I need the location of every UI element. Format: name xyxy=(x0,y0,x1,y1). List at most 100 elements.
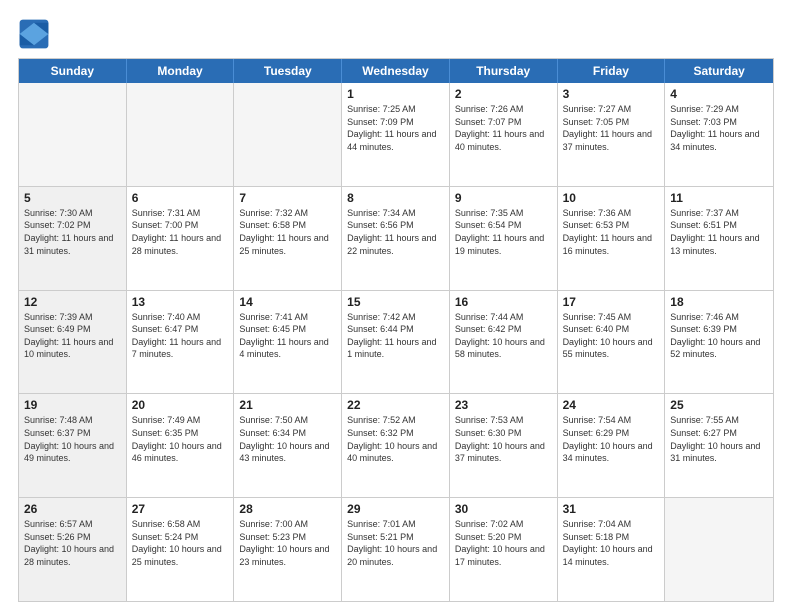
calendar-row-2: 12 Sunrise: 7:39 AM Sunset: 6:49 PM Dayli… xyxy=(19,290,773,394)
calendar-cell: 26 Sunrise: 6:57 AM Sunset: 5:26 PM Dayli… xyxy=(19,498,127,601)
day-info: Sunrise: 7:36 AM Sunset: 6:53 PM Dayligh… xyxy=(563,207,660,257)
day-info: Sunrise: 7:31 AM Sunset: 7:00 PM Dayligh… xyxy=(132,207,229,257)
day-number: 1 xyxy=(347,87,444,101)
logo xyxy=(18,18,54,50)
day-number: 26 xyxy=(24,502,121,516)
day-number: 2 xyxy=(455,87,552,101)
weekday-header-tuesday: Tuesday xyxy=(234,59,342,83)
calendar-cell: 12 Sunrise: 7:39 AM Sunset: 6:49 PM Dayli… xyxy=(19,291,127,394)
day-info: Sunrise: 7:29 AM Sunset: 7:03 PM Dayligh… xyxy=(670,103,768,153)
day-info: Sunrise: 7:34 AM Sunset: 6:56 PM Dayligh… xyxy=(347,207,444,257)
day-info: Sunrise: 7:02 AM Sunset: 5:20 PM Dayligh… xyxy=(455,518,552,568)
calendar-cell: 1 Sunrise: 7:25 AM Sunset: 7:09 PM Daylig… xyxy=(342,83,450,186)
day-number: 21 xyxy=(239,398,336,412)
day-number: 30 xyxy=(455,502,552,516)
day-number: 12 xyxy=(24,295,121,309)
day-info: Sunrise: 7:55 AM Sunset: 6:27 PM Dayligh… xyxy=(670,414,768,464)
calendar-cell: 21Sunrise: 7:50 AM Sunset: 6:34 PM Dayli… xyxy=(234,394,342,497)
day-number: 6 xyxy=(132,191,229,205)
day-info: Sunrise: 7:52 AM Sunset: 6:32 PM Dayligh… xyxy=(347,414,444,464)
calendar-cell: 31 Sunrise: 7:04 AM Sunset: 5:18 PM Dayli… xyxy=(558,498,666,601)
calendar-cell: 14 Sunrise: 7:41 AM Sunset: 6:45 PM Dayli… xyxy=(234,291,342,394)
day-info: Sunrise: 7:53 AM Sunset: 6:30 PM Dayligh… xyxy=(455,414,552,464)
calendar-row-4: 26 Sunrise: 6:57 AM Sunset: 5:26 PM Dayli… xyxy=(19,497,773,601)
day-number: 10 xyxy=(563,191,660,205)
calendar-cell: 5Sunrise: 7:30 AM Sunset: 7:02 PM Daylig… xyxy=(19,187,127,290)
day-info: Sunrise: 7:25 AM Sunset: 7:09 PM Dayligh… xyxy=(347,103,444,153)
calendar-header: SundayMondayTuesdayWednesdayThursdayFrid… xyxy=(19,59,773,83)
day-info: Sunrise: 7:26 AM Sunset: 7:07 PM Dayligh… xyxy=(455,103,552,153)
weekday-header-thursday: Thursday xyxy=(450,59,558,83)
day-info: Sunrise: 7:01 AM Sunset: 5:21 PM Dayligh… xyxy=(347,518,444,568)
weekday-header-wednesday: Wednesday xyxy=(342,59,450,83)
day-number: 7 xyxy=(239,191,336,205)
weekday-header-sunday: Sunday xyxy=(19,59,127,83)
day-number: 13 xyxy=(132,295,229,309)
day-number: 27 xyxy=(132,502,229,516)
calendar: SundayMondayTuesdayWednesdayThursdayFrid… xyxy=(18,58,774,602)
calendar-cell: 19Sunrise: 7:48 AM Sunset: 6:37 PM Dayli… xyxy=(19,394,127,497)
day-info: Sunrise: 7:54 AM Sunset: 6:29 PM Dayligh… xyxy=(563,414,660,464)
calendar-cell: 23 Sunrise: 7:53 AM Sunset: 6:30 PM Dayli… xyxy=(450,394,558,497)
day-number: 14 xyxy=(239,295,336,309)
weekday-header-monday: Monday xyxy=(127,59,235,83)
day-info: Sunrise: 6:57 AM Sunset: 5:26 PM Dayligh… xyxy=(24,518,121,568)
calendar-cell: 8Sunrise: 7:34 AM Sunset: 6:56 PM Daylig… xyxy=(342,187,450,290)
day-number: 9 xyxy=(455,191,552,205)
calendar-page: SundayMondayTuesdayWednesdayThursdayFrid… xyxy=(0,0,792,612)
day-info: Sunrise: 7:44 AM Sunset: 6:42 PM Dayligh… xyxy=(455,311,552,361)
logo-icon xyxy=(18,18,50,50)
day-number: 17 xyxy=(563,295,660,309)
calendar-cell: 22Sunrise: 7:52 AM Sunset: 6:32 PM Dayli… xyxy=(342,394,450,497)
day-info: Sunrise: 6:58 AM Sunset: 5:24 PM Dayligh… xyxy=(132,518,229,568)
day-number: 19 xyxy=(24,398,121,412)
calendar-cell xyxy=(19,83,127,186)
calendar-body: 1 Sunrise: 7:25 AM Sunset: 7:09 PM Daylig… xyxy=(19,83,773,601)
day-number: 28 xyxy=(239,502,336,516)
day-info: Sunrise: 7:32 AM Sunset: 6:58 PM Dayligh… xyxy=(239,207,336,257)
calendar-cell: 6 Sunrise: 7:31 AM Sunset: 7:00 PM Daylig… xyxy=(127,187,235,290)
weekday-header-saturday: Saturday xyxy=(665,59,773,83)
day-info: Sunrise: 7:39 AM Sunset: 6:49 PM Dayligh… xyxy=(24,311,121,361)
day-info: Sunrise: 7:42 AM Sunset: 6:44 PM Dayligh… xyxy=(347,311,444,361)
day-info: Sunrise: 7:45 AM Sunset: 6:40 PM Dayligh… xyxy=(563,311,660,361)
calendar-cell: 4Sunrise: 7:29 AM Sunset: 7:03 PM Daylig… xyxy=(665,83,773,186)
calendar-cell: 2 Sunrise: 7:26 AM Sunset: 7:07 PM Daylig… xyxy=(450,83,558,186)
day-info: Sunrise: 7:27 AM Sunset: 7:05 PM Dayligh… xyxy=(563,103,660,153)
calendar-cell xyxy=(665,498,773,601)
day-number: 16 xyxy=(455,295,552,309)
page-header xyxy=(18,18,774,50)
calendar-cell: 13 Sunrise: 7:40 AM Sunset: 6:47 PM Dayli… xyxy=(127,291,235,394)
day-info: Sunrise: 7:46 AM Sunset: 6:39 PM Dayligh… xyxy=(670,311,768,361)
day-number: 11 xyxy=(670,191,768,205)
day-info: Sunrise: 7:40 AM Sunset: 6:47 PM Dayligh… xyxy=(132,311,229,361)
calendar-cell: 9Sunrise: 7:35 AM Sunset: 6:54 PM Daylig… xyxy=(450,187,558,290)
day-info: Sunrise: 7:37 AM Sunset: 6:51 PM Dayligh… xyxy=(670,207,768,257)
day-info: Sunrise: 7:04 AM Sunset: 5:18 PM Dayligh… xyxy=(563,518,660,568)
day-number: 18 xyxy=(670,295,768,309)
calendar-cell: 10 Sunrise: 7:36 AM Sunset: 6:53 PM Dayli… xyxy=(558,187,666,290)
calendar-cell: 3Sunrise: 7:27 AM Sunset: 7:05 PM Daylig… xyxy=(558,83,666,186)
day-number: 5 xyxy=(24,191,121,205)
day-info: Sunrise: 7:00 AM Sunset: 5:23 PM Dayligh… xyxy=(239,518,336,568)
calendar-cell: 28 Sunrise: 7:00 AM Sunset: 5:23 PM Dayli… xyxy=(234,498,342,601)
calendar-cell: 15Sunrise: 7:42 AM Sunset: 6:44 PM Dayli… xyxy=(342,291,450,394)
day-info: Sunrise: 7:41 AM Sunset: 6:45 PM Dayligh… xyxy=(239,311,336,361)
calendar-cell: 20 Sunrise: 7:49 AM Sunset: 6:35 PM Dayli… xyxy=(127,394,235,497)
calendar-cell: 17 Sunrise: 7:45 AM Sunset: 6:40 PM Dayli… xyxy=(558,291,666,394)
day-number: 23 xyxy=(455,398,552,412)
calendar-cell: 30 Sunrise: 7:02 AM Sunset: 5:20 PM Dayli… xyxy=(450,498,558,601)
day-number: 29 xyxy=(347,502,444,516)
day-info: Sunrise: 7:49 AM Sunset: 6:35 PM Dayligh… xyxy=(132,414,229,464)
calendar-row-1: 5Sunrise: 7:30 AM Sunset: 7:02 PM Daylig… xyxy=(19,186,773,290)
calendar-row-3: 19Sunrise: 7:48 AM Sunset: 6:37 PM Dayli… xyxy=(19,393,773,497)
calendar-cell: 27 Sunrise: 6:58 AM Sunset: 5:24 PM Dayli… xyxy=(127,498,235,601)
day-number: 20 xyxy=(132,398,229,412)
calendar-cell: 11 Sunrise: 7:37 AM Sunset: 6:51 PM Dayli… xyxy=(665,187,773,290)
day-number: 25 xyxy=(670,398,768,412)
calendar-cell: 24 Sunrise: 7:54 AM Sunset: 6:29 PM Dayli… xyxy=(558,394,666,497)
calendar-cell: 7 Sunrise: 7:32 AM Sunset: 6:58 PM Daylig… xyxy=(234,187,342,290)
day-number: 31 xyxy=(563,502,660,516)
day-number: 24 xyxy=(563,398,660,412)
calendar-cell: 29 Sunrise: 7:01 AM Sunset: 5:21 PM Dayli… xyxy=(342,498,450,601)
